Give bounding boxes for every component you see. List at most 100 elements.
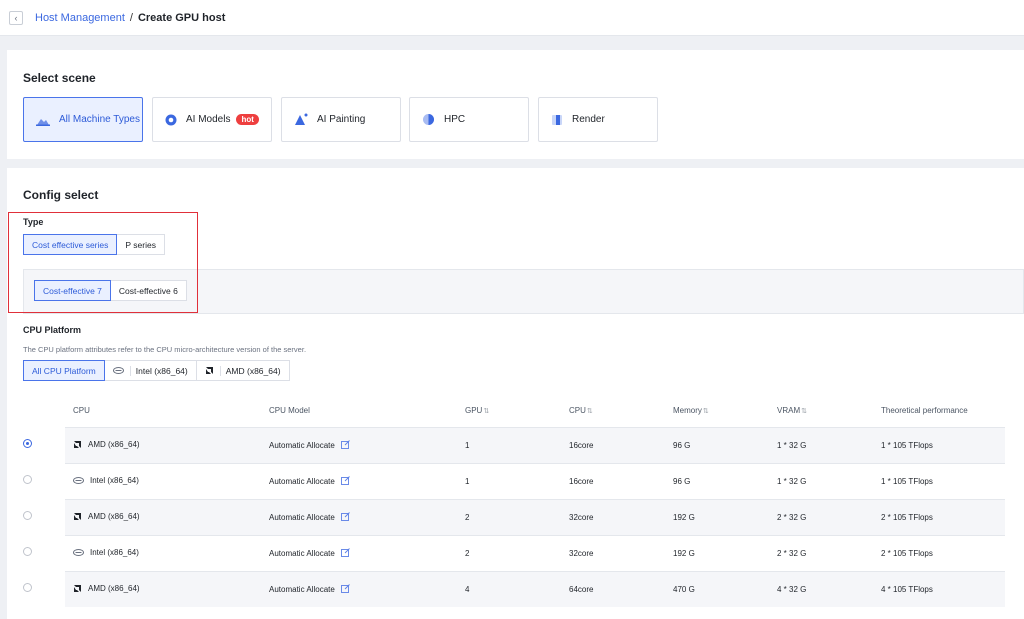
scene-card: Select scene All Machine Types AI Models… xyxy=(7,50,1024,159)
platform-all[interactable]: All CPU Platform xyxy=(23,360,105,381)
back-button[interactable]: ‹ xyxy=(9,10,23,25)
row-radio-2[interactable] xyxy=(23,475,32,484)
platform-amd[interactable]: AMD (x86_64) xyxy=(195,360,290,381)
row-radio-1[interactable] xyxy=(23,439,32,448)
memory-cell: 192 G xyxy=(665,498,769,535)
edit-icon[interactable] xyxy=(340,476,350,485)
vram-cell: 4 * 32 G xyxy=(769,570,873,607)
machine-icon xyxy=(36,114,50,126)
amd-icon xyxy=(74,440,81,448)
intel-icon xyxy=(73,477,84,484)
memory-cell: 96 G xyxy=(665,426,769,463)
table-row[interactable]: AMD (x86_64) Automatic Allocate 4 64core… xyxy=(65,570,1005,607)
cores-cell: 64core xyxy=(561,570,665,607)
scene-ai-painting[interactable]: AI Painting xyxy=(281,97,401,142)
breadcrumb-host-management[interactable]: Host Management xyxy=(35,12,125,24)
amd-icon xyxy=(74,584,81,592)
cpu-cell: AMD (x86_64) xyxy=(88,439,140,449)
performance-cell: 1 * 105 TFlops xyxy=(873,426,1005,463)
cores-cell: 16core xyxy=(561,426,665,463)
gpu-cell: 2 xyxy=(457,534,561,571)
gpu-cell: 1 xyxy=(457,462,561,499)
row-radio-5[interactable] xyxy=(23,583,32,592)
scene-label: AI Painting xyxy=(317,114,366,125)
table-header: CPU CPU Model GPU⇅ CPU⇅ Memory⇅ VRAM⇅ Th… xyxy=(65,394,1005,427)
intel-icon xyxy=(112,367,124,374)
scene-label: Render xyxy=(572,114,605,125)
cpu-model-cell: Automatic Allocate xyxy=(269,477,335,486)
table-row[interactable]: Intel (x86_64) Automatic Allocate 1 16co… xyxy=(65,462,1005,499)
vram-cell: 2 * 32 G xyxy=(769,534,873,571)
performance-cell: 1 * 105 TFlops xyxy=(873,462,1005,499)
sort-icon[interactable]: ⇅ xyxy=(801,408,807,415)
cpu-model-cell: Automatic Allocate xyxy=(269,441,335,450)
column-cpu-model: CPU Model xyxy=(269,405,310,415)
ai-painting-icon xyxy=(294,113,308,126)
cpu-cell: Intel (x86_64) xyxy=(90,548,139,557)
vram-cell: 2 * 32 G xyxy=(769,498,873,535)
amd-icon xyxy=(74,512,81,520)
gpu-cell: 4 xyxy=(457,570,561,607)
amd-icon xyxy=(205,367,213,374)
scene-all-machine-types[interactable]: All Machine Types xyxy=(23,97,143,142)
cpu-model-cell: Automatic Allocate xyxy=(269,549,335,558)
column-cpu: CPU xyxy=(73,405,90,415)
scene-hpc[interactable]: HPC xyxy=(409,97,529,142)
platform-label: AMD (x86_64) xyxy=(219,365,281,376)
row-radio-4[interactable] xyxy=(23,547,32,556)
intel-icon xyxy=(73,549,84,556)
column-cores[interactable]: CPU⇅ xyxy=(561,394,665,427)
scene-ai-models[interactable]: AI Models hot xyxy=(152,97,272,142)
table-row[interactable]: Intel (x86_64) Automatic Allocate 2 32co… xyxy=(65,534,1005,571)
gpu-cell: 1 xyxy=(457,426,561,463)
cpu-model-cell: Automatic Allocate xyxy=(269,513,335,522)
ai-models-icon xyxy=(165,114,177,126)
type-cost-effective-series[interactable]: Cost effective series xyxy=(23,234,118,255)
table-row[interactable]: AMD (x86_64) Automatic Allocate 2 32core… xyxy=(65,498,1005,535)
column-performance: Theoretical performance xyxy=(881,405,968,415)
cores-cell: 32core xyxy=(561,534,665,571)
scene-label: HPC xyxy=(444,114,466,125)
sort-icon[interactable]: ⇅ xyxy=(483,408,489,415)
cpu-platform-selector: All CPU Platform Intel (x86_64) AMD (x86… xyxy=(23,360,290,381)
edit-icon[interactable] xyxy=(340,584,350,594)
column-vram[interactable]: VRAM⇅ xyxy=(769,394,873,427)
table-row[interactable]: AMD (x86_64) Automatic Allocate 1 16core… xyxy=(65,426,1005,463)
gpu-cell: 2 xyxy=(457,498,561,535)
config-title: Config select xyxy=(23,188,99,202)
generation-cost-effective-7[interactable]: Cost-effective 7 xyxy=(34,280,111,301)
column-gpu[interactable]: GPU⇅ xyxy=(457,394,561,427)
scene-title: Select scene xyxy=(23,71,96,85)
cpu-platform-description: The CPU platform attributes refer to the… xyxy=(23,345,307,354)
cpu-cell: AMD (x86_64) xyxy=(88,583,140,593)
sort-icon[interactable]: ⇅ xyxy=(587,408,593,415)
platform-label: Intel (x86_64) xyxy=(129,365,188,376)
scene-render[interactable]: Render xyxy=(538,97,658,142)
memory-cell: 96 G xyxy=(665,462,769,499)
cpu-cell: AMD (x86_64) xyxy=(88,511,140,521)
page-title: Create GPU host xyxy=(137,11,226,24)
memory-cell: 192 G xyxy=(665,534,769,571)
edit-icon[interactable] xyxy=(340,548,350,557)
vram-cell: 1 * 32 G xyxy=(769,462,873,499)
memory-cell: 470 G xyxy=(665,570,769,607)
scene-label: AI Models xyxy=(186,114,231,125)
scene-label: All Machine Types xyxy=(59,113,140,125)
edit-icon[interactable] xyxy=(340,512,350,521)
instance-table: CPU CPU Model GPU⇅ CPU⇅ Memory⇅ VRAM⇅ Th… xyxy=(65,394,1005,607)
cpu-platform-label: CPU Platform xyxy=(23,325,82,335)
cores-cell: 32core xyxy=(561,498,665,535)
breadcrumb-separator: / xyxy=(129,11,133,24)
sort-icon[interactable]: ⇅ xyxy=(703,408,709,415)
performance-cell: 4 * 105 TFlops xyxy=(873,570,1005,607)
performance-cell: 2 * 105 TFlops xyxy=(873,498,1005,535)
performance-cell: 2 * 105 TFlops xyxy=(873,534,1005,571)
row-radio-3[interactable] xyxy=(23,511,32,520)
config-card: Config select Type Cost effective series… xyxy=(7,168,1024,619)
cpu-cell: Intel (x86_64) xyxy=(90,476,139,485)
platform-intel[interactable]: Intel (x86_64) xyxy=(103,360,197,381)
hpc-icon xyxy=(422,113,435,126)
cores-cell: 16core xyxy=(561,462,665,499)
edit-icon[interactable] xyxy=(340,440,350,449)
column-memory[interactable]: Memory⇅ xyxy=(665,394,769,427)
